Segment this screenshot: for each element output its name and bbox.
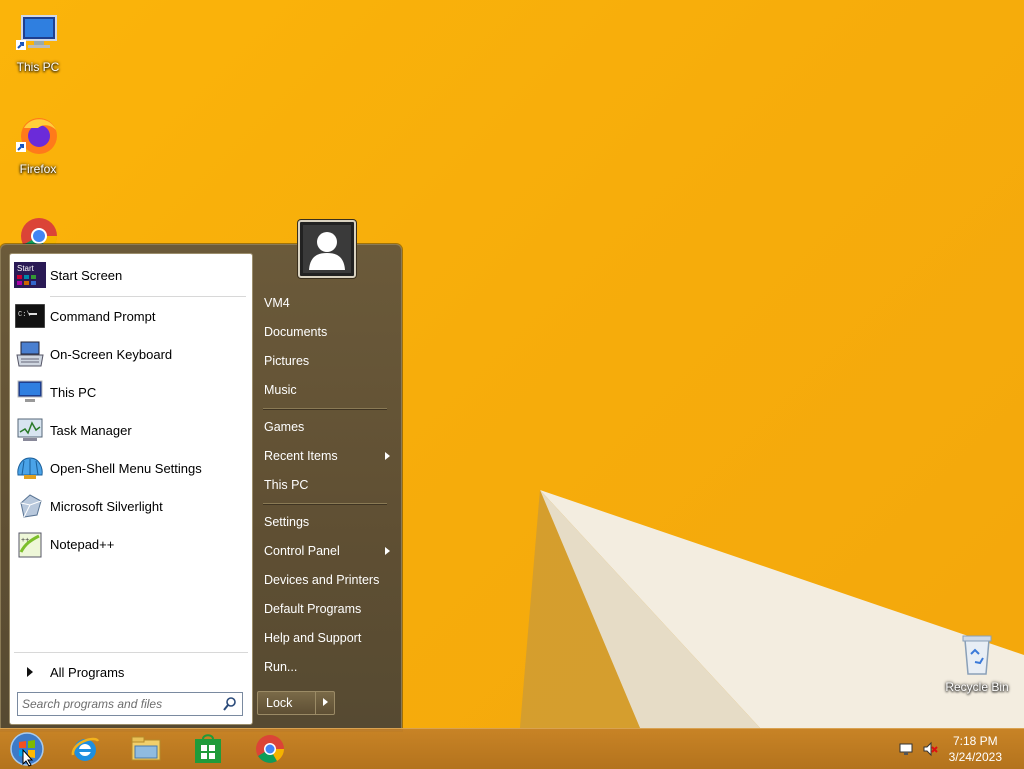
recent-items-label: Recent Items	[264, 449, 338, 463]
task-manager-icon	[14, 416, 46, 444]
start-tile-text: Start	[17, 264, 35, 273]
link-settings[interactable]: Settings	[264, 511, 392, 533]
link-documents[interactable]: Documents	[264, 321, 392, 343]
volume-muted-icon[interactable]	[922, 741, 938, 757]
chrome-icon	[256, 735, 284, 763]
link-default-programs[interactable]: Default Programs	[264, 598, 392, 620]
this-pc-icon	[14, 378, 46, 406]
triangle-right-icon	[14, 658, 46, 686]
pinned-item-label: Notepad++	[50, 536, 115, 552]
taskbar: 7:18 PM 3/24/2023	[0, 728, 1024, 769]
pinned-item-notepad-plus-plus[interactable]: ++ Notepad++	[14, 527, 248, 561]
firefox-icon	[16, 118, 57, 154]
divider	[263, 408, 387, 410]
divider	[14, 652, 248, 653]
submenu-arrow-icon	[385, 547, 390, 555]
store-icon	[195, 734, 221, 763]
taskbar-internet-explorer[interactable]	[60, 731, 110, 767]
pinned-item-task-manager[interactable]: Task Manager	[14, 413, 248, 447]
lock-label: Lock	[266, 696, 293, 710]
shell-icon	[14, 454, 46, 482]
recycle-bin-icon	[962, 635, 992, 675]
this-pc-icon	[16, 15, 57, 50]
mouse-cursor-icon	[22, 749, 34, 767]
link-devices-printers[interactable]: Devices and Printers	[264, 569, 392, 591]
chevron-right-icon	[323, 698, 328, 706]
link-recent-items[interactable]: Recent Items	[264, 445, 392, 467]
internet-explorer-icon	[71, 737, 100, 761]
link-this-pc[interactable]: This PC	[264, 474, 392, 496]
keyboard-icon	[14, 340, 46, 368]
svg-text:C:\: C:\	[18, 311, 31, 319]
pinned-item-command-prompt[interactable]: C:\ Command Prompt	[14, 299, 248, 333]
lock-options-button[interactable]	[315, 692, 334, 714]
desktop-icon-label: Firefox	[19, 162, 57, 176]
system-clock[interactable]: 7:18 PM 3/24/2023	[949, 733, 1002, 765]
pinned-item-label: Open-Shell Menu Settings	[50, 460, 202, 476]
link-user-folder[interactable]: VM4	[264, 292, 392, 314]
link-pictures[interactable]: Pictures	[264, 350, 392, 372]
silverlight-icon	[14, 492, 46, 520]
link-run[interactable]: Run...	[264, 656, 392, 678]
svg-text:++: ++	[21, 537, 29, 544]
divider	[50, 296, 246, 297]
notepadpp-icon: ++	[14, 530, 46, 558]
pinned-item-label: This PC	[50, 384, 97, 400]
start-menu-places-pane: VM4 Documents Pictures Music Games Recen…	[253, 245, 401, 730]
search-box[interactable]	[17, 692, 243, 716]
pinned-item-label: Microsoft Silverlight	[50, 498, 163, 514]
user-silhouette-icon	[303, 225, 351, 273]
desktop-icon-recycle-bin[interactable]: Recycle Bin	[942, 630, 1012, 694]
taskbar-store[interactable]	[183, 731, 233, 767]
pinned-item-label: Command Prompt	[50, 308, 156, 324]
pinned-item-label: Task Manager	[50, 422, 132, 438]
pinned-item-start-screen[interactable]: Start Start Screen	[14, 258, 248, 292]
submenu-arrow-icon	[385, 452, 390, 460]
divider	[263, 503, 387, 505]
clock-date: 3/24/2023	[948, 750, 1002, 764]
link-games[interactable]: Games	[264, 416, 392, 438]
link-music[interactable]: Music	[264, 379, 392, 401]
link-help-support[interactable]: Help and Support	[264, 627, 392, 649]
desktop-icon-label: This PC	[16, 60, 60, 74]
user-avatar[interactable]	[298, 220, 356, 278]
pinned-item-this-pc[interactable]: This PC	[14, 375, 248, 409]
network-icon[interactable]	[898, 741, 914, 757]
lock-button[interactable]: Lock	[257, 691, 335, 715]
start-menu: Start Start Screen C:\ Command Prompt On…	[0, 244, 402, 731]
command-prompt-icon: C:\	[14, 302, 46, 330]
search-icon[interactable]	[222, 696, 238, 712]
pinned-item-label: On-Screen Keyboard	[50, 346, 173, 362]
pinned-item-on-screen-keyboard[interactable]: On-Screen Keyboard	[14, 337, 248, 371]
control-panel-label: Control Panel	[264, 544, 340, 558]
pinned-item-label: Start Screen	[50, 267, 123, 283]
pinned-item-open-shell-settings[interactable]: Open-Shell Menu Settings	[14, 451, 248, 485]
file-explorer-icon	[131, 736, 161, 761]
link-control-panel[interactable]: Control Panel	[264, 540, 392, 562]
clock-time: 7:18 PM	[952, 734, 998, 748]
all-programs-button[interactable]: All Programs	[14, 655, 248, 689]
desktop-icon-label: Recycle Bin	[945, 680, 1009, 694]
search-input[interactable]	[18, 697, 222, 711]
taskbar-file-explorer[interactable]	[121, 731, 171, 767]
start-screen-icon: Start	[14, 261, 46, 289]
desktop-icon-firefox[interactable]: Firefox	[6, 112, 70, 176]
taskbar-chrome[interactable]	[245, 731, 295, 767]
desktop-icon-this-pc[interactable]: This PC	[6, 10, 70, 74]
all-programs-label: All Programs	[50, 664, 125, 680]
pinned-item-silverlight[interactable]: Microsoft Silverlight	[14, 489, 248, 523]
start-menu-programs-pane: Start Start Screen C:\ Command Prompt On…	[9, 253, 253, 725]
